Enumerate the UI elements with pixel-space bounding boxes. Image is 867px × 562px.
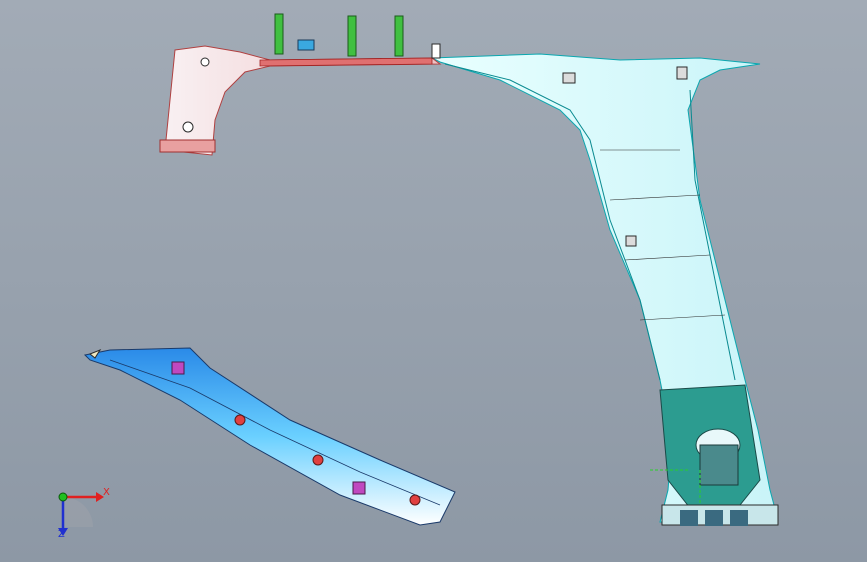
cad-viewport[interactable]: X Z <box>0 0 867 562</box>
x-axis-label: X <box>103 487 110 498</box>
z-axis-label: Z <box>58 529 65 540</box>
a-pillar-upper-trim[interactable] <box>431 53 779 526</box>
roof-rail-trim[interactable] <box>159 13 442 156</box>
a-pillar-side-trim[interactable] <box>83 347 456 526</box>
cad-model-view[interactable] <box>0 0 867 562</box>
